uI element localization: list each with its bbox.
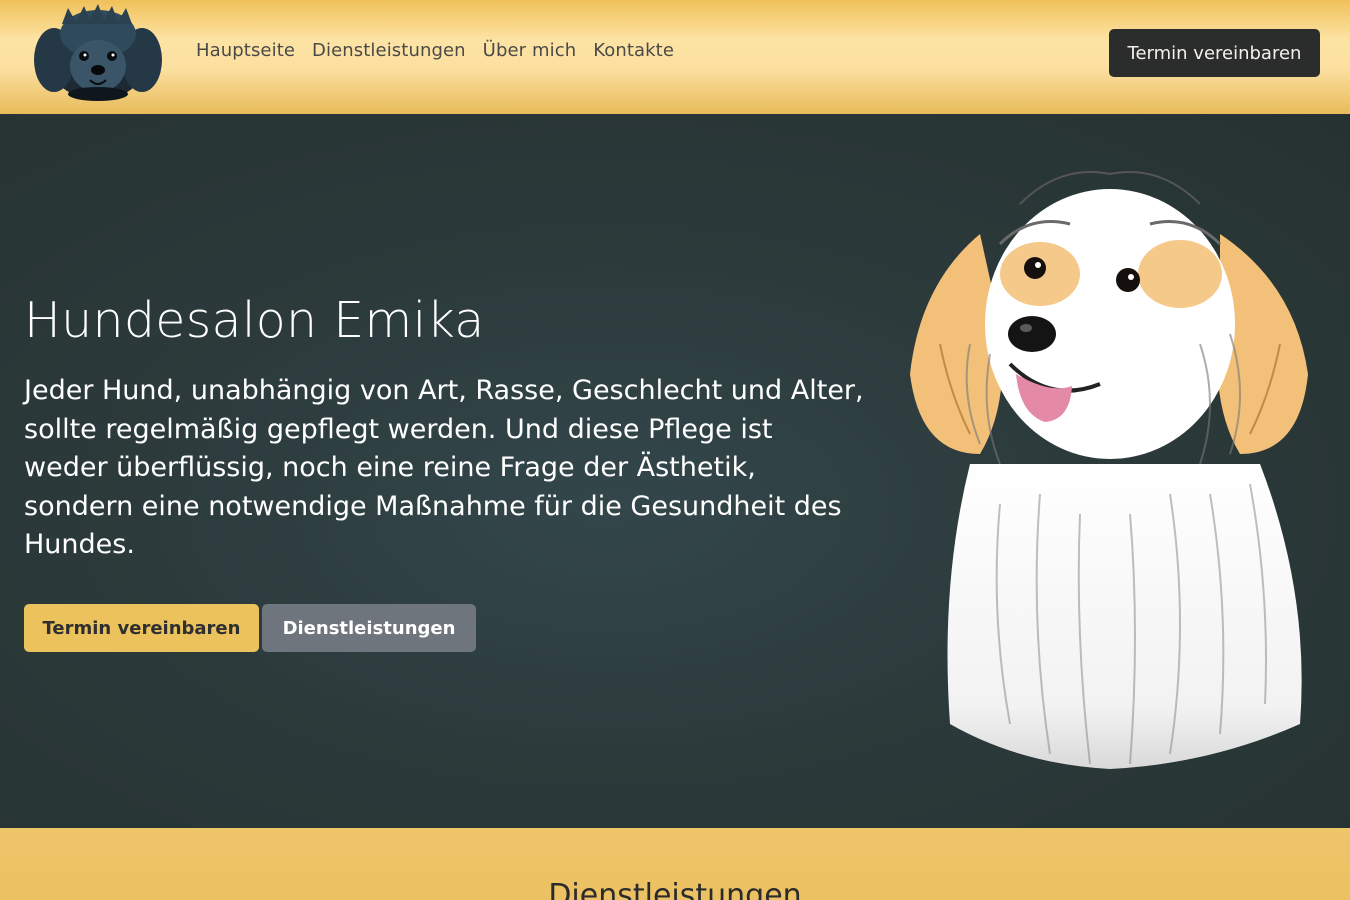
hero-title: Hundesalon Emika xyxy=(24,292,485,349)
services-section: Dienstleistungen xyxy=(0,828,1350,900)
book-appointment-button[interactable]: Termin vereinbaren xyxy=(1109,29,1320,77)
nav-item-ueber-mich[interactable]: Über mich xyxy=(483,40,577,66)
hero-section: Hundesalon Emika Jeder Hund, unabhängig … xyxy=(0,114,1350,828)
hero-services-button[interactable]: Dienstleistungen xyxy=(262,604,476,652)
dog-logo-icon[interactable] xyxy=(32,4,164,102)
dog-illustration xyxy=(900,164,1320,774)
services-title: Dienstleistungen xyxy=(548,878,802,900)
nav-item-kontakte[interactable]: Kontakte xyxy=(593,40,674,66)
nav-item-hauptseite[interactable]: Hauptseite xyxy=(196,40,295,66)
hero-description: Jeder Hund, unabhängig von Art, Rasse, G… xyxy=(24,375,864,561)
site-header: Hauptseite Dienstleistungen Über mich Ko… xyxy=(0,0,1350,114)
nav-item-dienstleistungen[interactable]: Dienstleistungen xyxy=(312,40,466,66)
hero-appointment-button[interactable]: Termin vereinbaren xyxy=(24,604,259,652)
main-nav: Hauptseite Dienstleistungen Über mich Ko… xyxy=(196,40,691,66)
